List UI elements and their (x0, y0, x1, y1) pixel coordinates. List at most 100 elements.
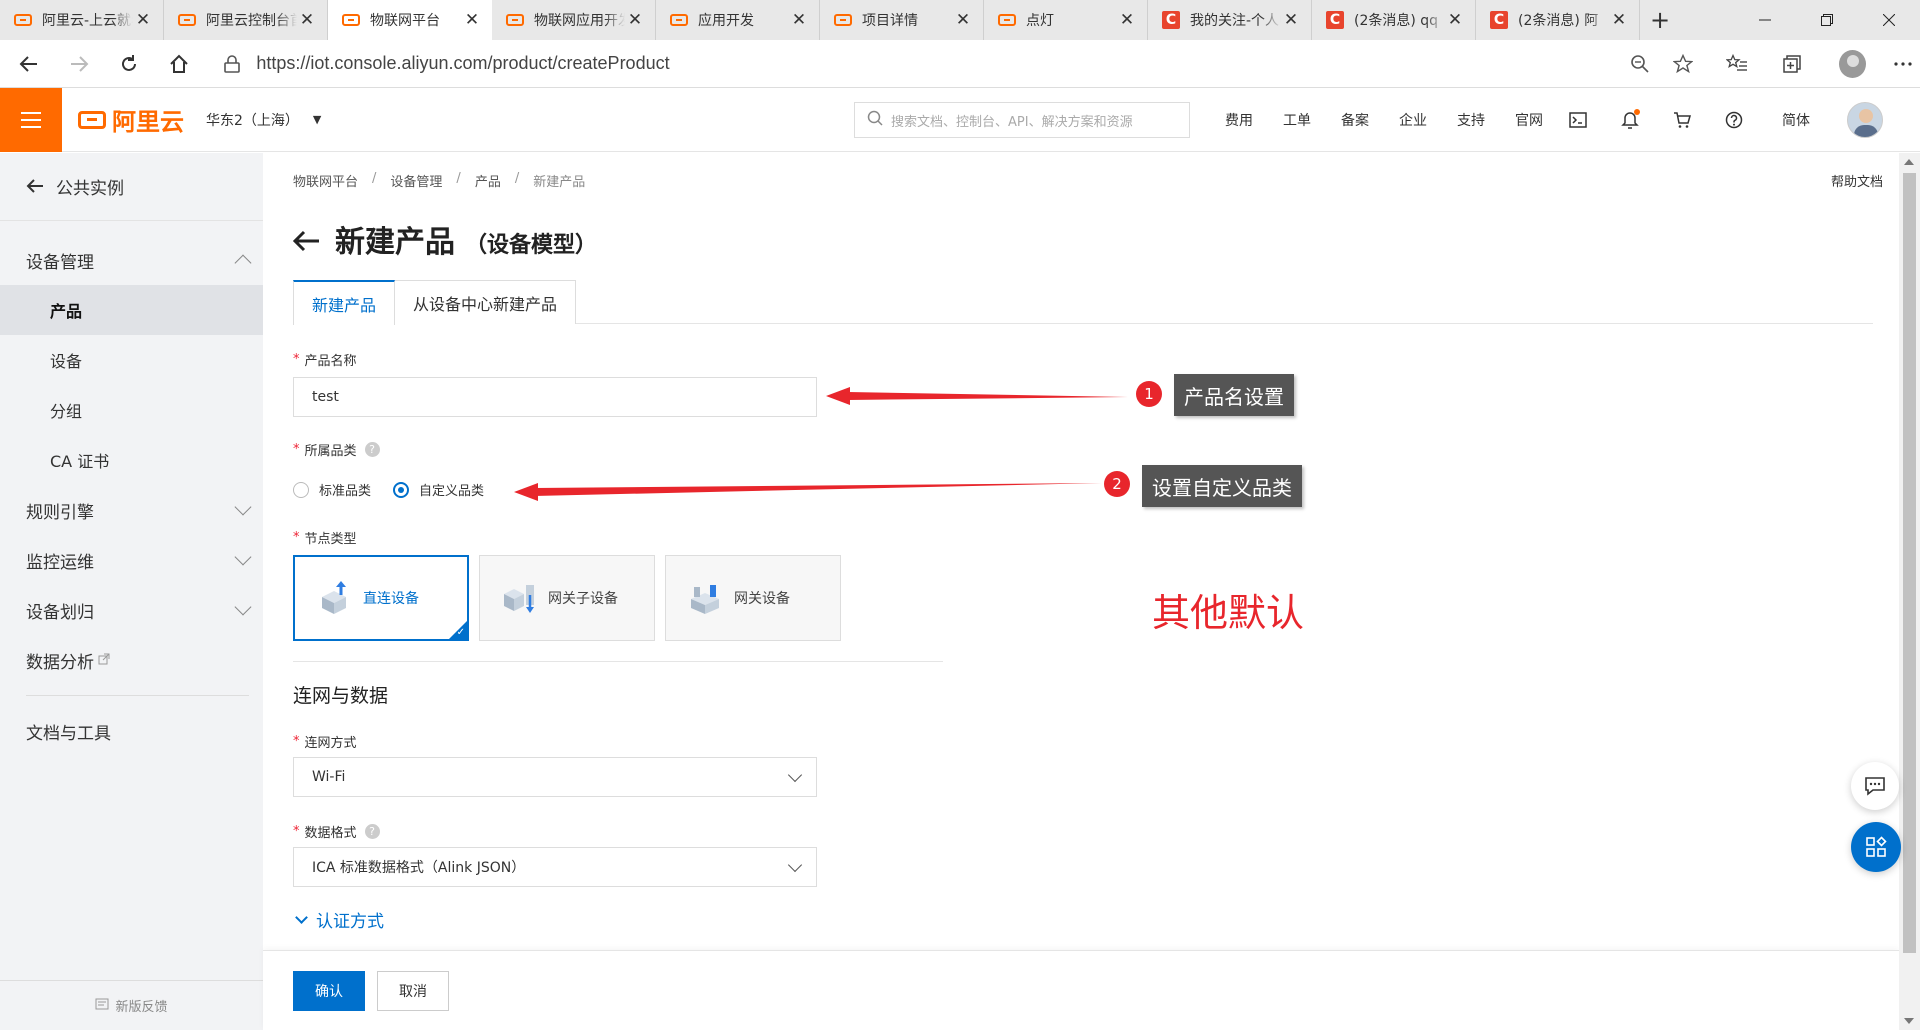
nav-fee[interactable]: 费用 (1225, 110, 1253, 130)
home-icon[interactable] (158, 46, 200, 82)
sidebar-item-group[interactable]: 分组 (0, 385, 263, 435)
close-icon[interactable]: ✕ (625, 10, 645, 30)
back-arrow-icon[interactable] (8, 46, 50, 82)
new-tab-button[interactable]: + (1640, 0, 1680, 40)
confirm-button[interactable]: 确认 (293, 971, 365, 1011)
sidebar-item-product[interactable]: 产品 (0, 285, 263, 335)
tab-from-device-center[interactable]: 从设备中心新建产品 (394, 280, 577, 324)
lock-icon[interactable] (218, 54, 246, 73)
collections-icon[interactable] (1774, 46, 1808, 82)
browser-tab[interactable]: 点灯 ✕ (984, 0, 1148, 40)
breadcrumb: 物联网平台 / 设备管理 / 产品 / 新建产品 (293, 171, 586, 190)
more-menu-icon[interactable] (1886, 46, 1920, 82)
auth-method-toggle[interactable]: 认证方式 (293, 907, 384, 932)
radio-label[interactable]: 标准品类 (319, 480, 371, 499)
data-format-select[interactable]: ICA 标准数据格式（Alink JSON） (293, 847, 817, 887)
browser-tab[interactable]: 阿里云控制台首页 ✕ (164, 0, 328, 40)
close-icon[interactable]: ✕ (133, 10, 153, 30)
node-type-gateway-device[interactable]: 网关设备 (665, 555, 841, 641)
cancel-button[interactable]: 取消 (377, 971, 449, 1011)
browser-tab[interactable]: 物联网应用开发 ✕ (492, 0, 656, 40)
console-search-input[interactable]: 搜索文档、控制台、API、解决方案和资源 (854, 102, 1190, 138)
minimize-icon[interactable] (1734, 0, 1796, 40)
chat-float-button[interactable] (1851, 762, 1899, 810)
region-selector[interactable]: 华东2（上海） ▼ (206, 110, 321, 130)
apps-float-button[interactable] (1851, 822, 1901, 872)
node-type-label-text: 网关设备 (734, 591, 790, 607)
tab-title: 阿里云控制台首页 (206, 13, 297, 29)
breadcrumb-item[interactable]: 物联网平台 (293, 171, 358, 190)
zoom-icon[interactable] (1623, 46, 1657, 82)
question-icon[interactable]: ? (364, 824, 380, 839)
radio-standard-category[interactable] (293, 481, 309, 498)
radio-label[interactable]: 自定义品类 (419, 480, 484, 499)
close-icon[interactable]: ✕ (1281, 10, 1301, 30)
close-icon[interactable]: ✕ (1117, 10, 1137, 30)
sidebar-back-link[interactable]: 公共实例 (0, 153, 263, 221)
browser-tab[interactable]: C 我的关注-个人中心 ✕ (1148, 0, 1312, 40)
nav-ticket[interactable]: 工单 (1283, 110, 1311, 130)
feedback-link[interactable]: 新版反馈 (0, 980, 263, 1030)
profile-icon[interactable] (1838, 49, 1866, 78)
network-method-select[interactable]: Wi-Fi (293, 757, 817, 797)
language-switch[interactable]: 简体 (1782, 110, 1810, 130)
page-scrollbar[interactable] (1899, 153, 1920, 1030)
aliyun-logo[interactable]: 阿里云 (78, 102, 184, 137)
sidebar-item-device[interactable]: 设备 (0, 335, 263, 385)
node-type-gateway-sub-device[interactable]: 网关子设备 (479, 555, 655, 641)
refresh-icon[interactable] (108, 46, 150, 82)
radio-custom-category[interactable] (393, 481, 410, 498)
scroll-thumb[interactable] (1903, 173, 1916, 953)
close-icon[interactable]: ✕ (297, 10, 317, 30)
feedback-icon (95, 998, 109, 1014)
help-doc-link[interactable]: 帮助文档 (1831, 171, 1883, 190)
help-icon[interactable] (1714, 111, 1754, 129)
close-icon[interactable]: ✕ (462, 10, 482, 30)
tab-title: 物联网应用开发 (534, 13, 625, 29)
nav-official-site[interactable]: 官网 (1515, 110, 1543, 130)
product-name-input[interactable]: test (293, 377, 817, 417)
browser-tab[interactable]: 阿里云-上云就看云栖号 ✕ (0, 0, 164, 40)
close-icon[interactable]: ✕ (953, 10, 973, 30)
avatar[interactable] (1847, 102, 1883, 138)
question-icon[interactable]: ? (364, 442, 380, 457)
external-link-icon (98, 653, 110, 668)
url-text[interactable]: https://iot.console.aliyun.com/product/c… (256, 53, 1615, 74)
apps-icon (1866, 836, 1887, 857)
tab-new-product[interactable]: 新建产品 (293, 280, 396, 325)
sidebar-item-device-transfer[interactable]: 设备划归 (0, 585, 263, 635)
browser-tab[interactable]: C (2条消息) 阿 ✕ (1476, 0, 1640, 40)
breadcrumb-item[interactable]: 产品 (475, 171, 501, 190)
back-arrow-icon[interactable] (292, 226, 321, 259)
sidebar-item-rule-engine[interactable]: 规则引擎 (0, 485, 263, 535)
scroll-up-icon[interactable] (1904, 159, 1914, 165)
browser-tab[interactable]: C (2条消息) qq ✕ (1312, 0, 1476, 40)
breadcrumb-item[interactable]: 设备管理 (390, 171, 442, 190)
nav-enterprise[interactable]: 企业 (1399, 110, 1427, 130)
node-type-direct-device[interactable]: 直连设备 ✓ (293, 555, 469, 641)
sidebar-item-docs-tools[interactable]: 文档与工具 (0, 706, 263, 756)
nav-support[interactable]: 支持 (1457, 110, 1485, 130)
restore-icon[interactable] (1796, 0, 1858, 40)
window-close-icon[interactable] (1858, 0, 1920, 40)
close-icon[interactable]: ✕ (1609, 10, 1629, 30)
bell-icon[interactable] (1610, 109, 1650, 129)
menu-icon[interactable] (0, 87, 62, 152)
sidebar-group-device-management[interactable]: 设备管理 (0, 235, 263, 285)
nav-icp[interactable]: 备案 (1341, 110, 1369, 130)
close-icon[interactable]: ✕ (1445, 10, 1465, 30)
cart-icon[interactable] (1662, 111, 1702, 129)
close-icon[interactable]: ✕ (789, 10, 809, 30)
favorite-star-icon[interactable] (1665, 46, 1699, 82)
sidebar-item-ca-cert[interactable]: CA 证书 (0, 435, 263, 485)
forward-arrow-icon[interactable] (58, 46, 100, 82)
terminal-icon[interactable] (1558, 112, 1598, 128)
browser-tab[interactable]: 应用开发 ✕ (656, 0, 820, 40)
scroll-down-icon[interactable] (1904, 1018, 1914, 1024)
sidebar-item-monitoring[interactable]: 监控运维 (0, 535, 263, 585)
url-field[interactable]: https://iot.console.aliyun.com/product/c… (218, 46, 1615, 82)
sidebar-item-data-analysis[interactable]: 数据分析 (0, 635, 263, 685)
browser-tab[interactable]: 项目详情 ✕ (820, 0, 984, 40)
browser-tab-active[interactable]: 物联网平台 ✕ (328, 0, 492, 40)
favorites-list-icon[interactable] (1720, 46, 1754, 82)
